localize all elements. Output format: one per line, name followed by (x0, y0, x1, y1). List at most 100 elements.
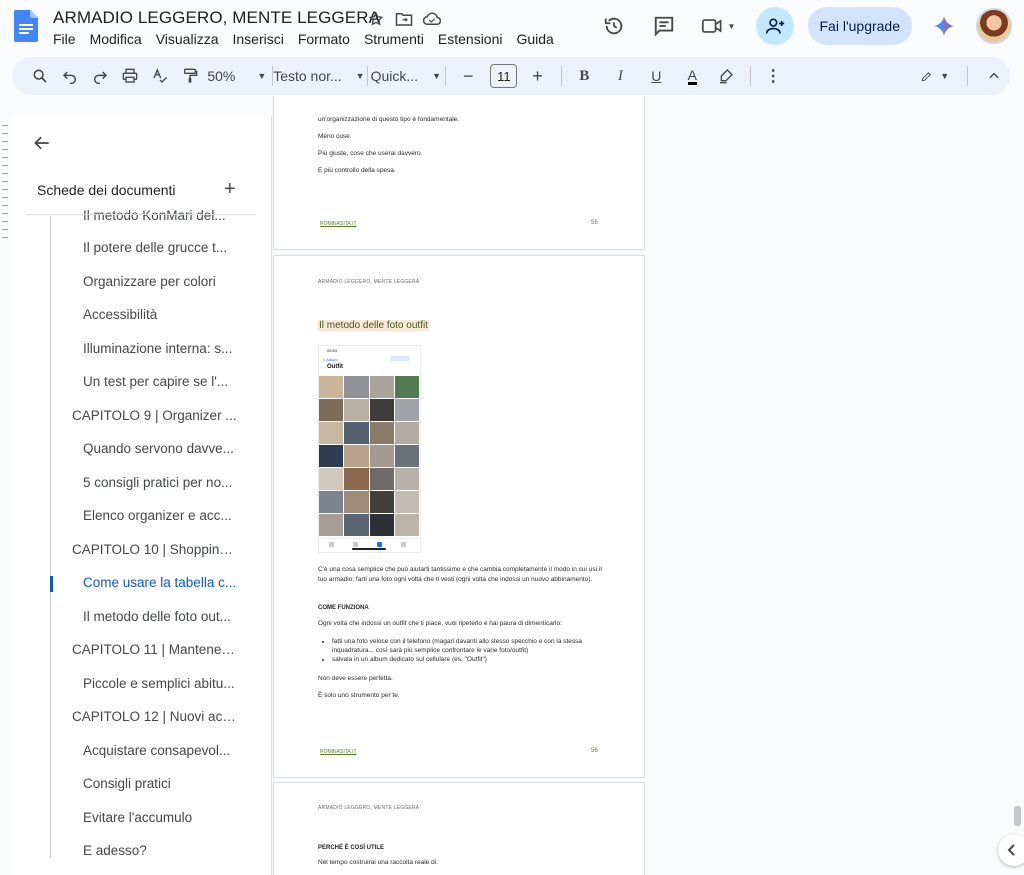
style-select[interactable]: Testo nor... ▼ (273, 62, 364, 90)
outline-item[interactable]: Il metodo KonMari del... (83, 208, 243, 223)
menu-strumenti[interactable]: Strumenti (364, 31, 431, 47)
outline-item[interactable]: Il metodo delle foto out... (83, 609, 243, 624)
title-icons (366, 9, 442, 29)
italic-button[interactable]: I (606, 62, 634, 90)
print-icon[interactable] (116, 62, 144, 90)
outline-tree-line (50, 216, 51, 858)
outline-item[interactable]: Un test per capire se l'... (83, 374, 243, 389)
outline-item[interactable]: Organizzare per colori (83, 274, 243, 289)
outline-item[interactable]: E adesso? (83, 843, 243, 858)
header: ARMADIO LEGGERO, MENTE LEGGERA File Modi… (0, 0, 1024, 54)
move-folder-icon[interactable] (394, 9, 414, 29)
undo-icon[interactable] (56, 62, 84, 90)
menu-guida[interactable]: Guida (516, 31, 560, 47)
text-color-button[interactable]: A (678, 62, 706, 90)
page-57[interactable]: ARMADIO LEGGERO, MENTE LEGGERA PERCHÉ È … (273, 782, 645, 875)
bullet-list: fatti una foto veloce con il telefono (m… (318, 637, 603, 664)
outline-item-chapter[interactable]: CAPITOLO 10 | Shopping ... (72, 542, 237, 557)
meet-icon[interactable]: ▼ (696, 8, 742, 44)
menu-inserisci[interactable]: Inserisci (232, 31, 290, 47)
scrollbar-thumb[interactable] (1014, 806, 1021, 826)
phone-segment (390, 356, 410, 361)
side-panel-toggle-button[interactable] (998, 834, 1024, 866)
docs-logo-icon[interactable] (14, 10, 38, 42)
paint-format-icon[interactable] (176, 62, 204, 90)
gemini-icon[interactable] (926, 8, 962, 44)
chevron-left-icon (1007, 844, 1015, 856)
footer-link[interactable]: ROMINASITA.IT (320, 221, 357, 227)
menu-estensioni[interactable]: Estensioni (438, 31, 510, 47)
outline-item[interactable]: 5 consigli pratici per no... (83, 475, 243, 490)
bold-button[interactable]: B (570, 62, 598, 90)
page-paragraph: C'è una cosa semplice che può aiutarti t… (318, 566, 602, 583)
outline-item[interactable]: Accessibilità (83, 307, 243, 322)
document-title[interactable]: ARMADIO LEGGERO, MENTE LEGGERA (53, 8, 380, 28)
outline-item[interactable]: Elenco organizer e acc... (83, 508, 243, 523)
editing-mode-button[interactable]: ▼ (921, 62, 949, 90)
zoom-select[interactable]: 50% ▼ (207, 62, 266, 90)
share-button[interactable] (755, 7, 794, 45)
active-item-indicator (50, 576, 53, 592)
cloud-saved-icon[interactable] (422, 9, 442, 29)
outline-item[interactable]: Piccole e semplici abitu... (83, 676, 243, 691)
outline-item-chapter[interactable]: CAPITOLO 12 | Nuovi acq... (72, 709, 237, 724)
bullet-item: fatti una foto veloce con il telefono (m… (332, 637, 603, 655)
page-56[interactable]: ARMADIO LEGGERO, MENTE LEGGERA Il metodo… (273, 255, 645, 778)
outline-item-chapter[interactable]: CAPITOLO 11 | Mantenere... (72, 642, 237, 657)
add-tab-button[interactable]: + (224, 178, 236, 201)
outline-item-active[interactable]: Come usare la tabella c... (83, 575, 243, 590)
photo-grid (319, 376, 419, 536)
page-text: Meno cose. (318, 133, 352, 140)
outline-item[interactable]: Evitare l'accumulo (83, 810, 243, 825)
outline-item-chapter[interactable]: CAPITOLO 9 | Organizer ... (72, 408, 237, 423)
page-subheading: PERCHÉ È COSÌ UTILE (318, 845, 385, 851)
avatar[interactable] (976, 8, 1012, 44)
menu-visualizza[interactable]: Visualizza (156, 31, 226, 47)
chevron-down-icon: ▼ (940, 71, 950, 81)
search-icon[interactable] (26, 62, 54, 90)
outline-item[interactable]: Acquistare consapevol... (83, 743, 243, 758)
toolbar-divider (967, 66, 969, 86)
collapse-menus-icon[interactable] (980, 62, 1008, 90)
document-canvas: un'organizzazione di questo tipo è fonda… (273, 96, 1024, 875)
running-header: ARMADIO LEGGERO, MENTE LEGGERA (318, 279, 420, 285)
upgrade-button[interactable]: Fai l'upgrade (807, 7, 912, 45)
highlight-icon[interactable] (712, 62, 740, 90)
font-size-input[interactable]: 11 (490, 64, 518, 88)
comments-icon[interactable] (646, 8, 682, 44)
decrease-font-size-button[interactable]: − (454, 62, 482, 90)
chevron-down-icon: ▼ (257, 71, 267, 81)
menu-bar: File Modifica Visualizza Inserisci Forma… (53, 31, 568, 47)
page-55[interactable]: un'organizzazione di questo tipo è fonda… (273, 96, 645, 250)
outfit-album-screenshot: 09:53 < Album Outfit (318, 345, 421, 553)
redo-icon[interactable] (86, 62, 114, 90)
outline-item[interactable]: Illuminazione interna: s... (83, 341, 243, 356)
toolbar-divider (445, 66, 447, 86)
spellcheck-icon[interactable] (146, 62, 174, 90)
page-text: Più giuste, cose che userai davvero. (318, 150, 423, 157)
font-select[interactable]: Quick... ▼ (371, 62, 441, 90)
style-value: Testo nor... (273, 68, 342, 84)
chevron-down-icon: ▼ (355, 71, 365, 81)
phone-title: Outfit (327, 364, 343, 370)
footer-link[interactable]: ROMINASITA.IT (320, 749, 357, 755)
menu-formato[interactable]: Formato (298, 31, 357, 47)
menu-file[interactable]: File (53, 31, 83, 47)
outline-item[interactable]: Il potere delle grucce t... (83, 240, 243, 255)
more-options-icon[interactable]: ⋮ (759, 62, 787, 90)
outline-item[interactable]: Consigli pratici (83, 776, 243, 791)
version-history-icon[interactable] (596, 8, 632, 44)
phone-back: < Album (323, 357, 338, 362)
outline-item[interactable]: Quando servono davve... (83, 441, 243, 456)
page-paragraph: Ogni volta che indossi un outfit che ti … (318, 620, 562, 627)
document-outline-panel: Schede dei documenti + Il metodo KonMari… (12, 116, 272, 875)
underline-button[interactable]: U (642, 62, 670, 90)
increase-font-size-button[interactable]: + (523, 62, 551, 90)
vertical-ruler (0, 125, 10, 255)
outline-title: Schede dei documenti (37, 182, 176, 198)
add-person-icon (765, 18, 784, 34)
back-arrow-icon[interactable] (32, 133, 52, 153)
header-actions: ▼ Fai l'upgrade (596, 7, 1012, 45)
menu-modifica[interactable]: Modifica (90, 31, 149, 47)
star-icon[interactable] (366, 9, 386, 29)
